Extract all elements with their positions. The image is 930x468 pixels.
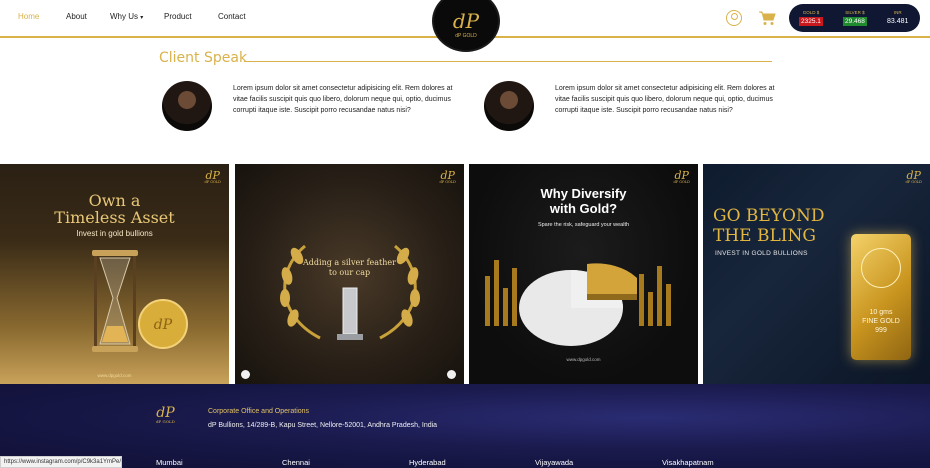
- city-link[interactable]: Chennai: [282, 458, 310, 467]
- section-divider: [244, 61, 772, 62]
- tile-timeless-asset[interactable]: dP dP GOLD Own a Timeless Asset Invest in…: [0, 164, 229, 384]
- client-avatar: [484, 81, 534, 131]
- city-link[interactable]: Hyderabad: [409, 458, 446, 467]
- tile-silver-feather[interactable]: dP dP GOLD Adding a silver feather to ou…: [235, 164, 464, 384]
- tile-title-line2: with Gold?: [549, 201, 618, 216]
- tile-url: www.dpgold.com: [97, 373, 132, 378]
- gold-bar-weight: 10 gms: [869, 309, 893, 316]
- tile-why-diversify[interactable]: dP dP GOLD Why Diversify with Gold? Spare…: [469, 164, 698, 384]
- silver-price-label: SILVER $: [845, 10, 865, 15]
- testimonial-text: Lorem ipsum dolor sit amet consectetur a…: [233, 85, 453, 114]
- tile-subtitle: Invest in gold bullions: [76, 229, 153, 238]
- city-link[interactable]: Vijayawada: [535, 458, 573, 467]
- gold-bar-purity-number: 999: [875, 327, 887, 334]
- status-bar-url: https://www.instagram.com/p/C9k3a1YmPe/: [0, 456, 122, 468]
- tile-subtitle: INVEST IN GOLD BULLIONS: [715, 250, 808, 257]
- silver-price-value: 29.468: [843, 17, 867, 26]
- user-account-icon[interactable]: [726, 10, 742, 26]
- tile-logo-text: dP GOLD: [204, 180, 221, 184]
- office-address: dP Bullions, 14/289-B, Kapu Street, Nell…: [208, 422, 438, 429]
- nav-about[interactable]: About: [66, 12, 87, 21]
- client-avatar: [162, 81, 212, 131]
- instagram-icon: [241, 370, 250, 379]
- footer-logo-text: dP GOLD: [156, 419, 175, 424]
- carousel-icon: [447, 370, 456, 379]
- gold-price-value: 2325.1: [799, 17, 823, 26]
- tile-logo-text: dP GOLD: [905, 180, 922, 184]
- hourglass-image: dP: [92, 250, 188, 352]
- svg-text:dP: dP: [154, 317, 173, 333]
- tile-go-beyond-the-bling[interactable]: dP dP GOLD GO BEYOND THE BLING INVEST IN …: [703, 164, 930, 384]
- client-speak-title: Client Speak: [159, 50, 248, 66]
- office-title: Corporate Office and Operations: [208, 408, 310, 415]
- nav-why-us-label: Why Us: [110, 12, 138, 21]
- tile-logo: dP dP GOLD: [673, 170, 690, 185]
- silver-price: SILVER $ 29.468: [843, 10, 867, 26]
- tile-title: Own a Timeless Asset: [0, 192, 229, 226]
- site-footer: dP dP GOLD Corporate Office and Operation…: [0, 384, 930, 468]
- logo-text: dP GOLD: [455, 33, 477, 39]
- pie-chart-image: [485, 260, 671, 346]
- city-link[interactable]: Mumbai: [156, 458, 183, 467]
- footer-logo[interactable]: dP dP GOLD: [156, 406, 175, 424]
- social-tiles: dP dP GOLD Own a Timeless Asset Invest in…: [0, 164, 930, 384]
- tile-title-line2: Timeless Asset: [54, 208, 175, 227]
- tile-title: Why Diversify with Gold?: [469, 186, 698, 216]
- logo-mark: dP: [452, 9, 480, 33]
- testimonial-text: Lorem ipsum dolor sit amet consectetur a…: [555, 85, 775, 114]
- tile-title-line1: Adding a silver feather: [303, 258, 396, 267]
- caret-down-icon: ▾: [140, 15, 144, 21]
- laurel-wreath-image: [280, 244, 420, 340]
- nav-why-us[interactable]: Why Us ▾: [110, 12, 143, 21]
- tile-logo-text: dP GOLD: [673, 180, 690, 184]
- tile-subtitle: Spare the risk, safeguard your wealth: [537, 222, 630, 228]
- inr-rate-label: INR: [893, 10, 902, 15]
- tile-title-line2: to our cap: [328, 268, 371, 277]
- shopping-cart-icon[interactable]: [758, 10, 776, 26]
- gold-bar-label: 10 gms FINE GOLD 999: [855, 308, 907, 335]
- tile-logo: dP dP GOLD: [439, 170, 456, 185]
- nav-contact[interactable]: Contact: [218, 12, 246, 21]
- nav-home[interactable]: Home: [18, 12, 39, 21]
- tile-title-line1: GO BEYOND: [713, 206, 825, 226]
- tile-title: GO BEYOND THE BLING: [713, 206, 825, 246]
- page: Home About Why Us ▾ Product Contact dP d…: [0, 0, 930, 468]
- gold-price: GOLD $ 2325.1: [799, 10, 823, 26]
- nav-product[interactable]: Product: [164, 12, 192, 21]
- tile-logo: dP dP GOLD: [905, 170, 922, 185]
- tile-logo-text: dP GOLD: [439, 180, 456, 184]
- tile-logo: dP dP GOLD: [204, 170, 221, 185]
- tile-title: Adding a silver feather to our cap: [235, 258, 464, 278]
- tile-url: www.dpgold.com: [566, 357, 601, 362]
- tile-title-line1: Own a: [88, 191, 141, 210]
- tile-title-line1: Why Diversify: [540, 186, 627, 201]
- gold-bar-logo: [861, 248, 901, 288]
- price-ticker: GOLD $ 2325.1 SILVER $ 29.468 INR 83.481: [789, 4, 920, 32]
- gold-bar-purity-text: FINE GOLD: [862, 318, 900, 325]
- gold-price-label: GOLD $: [802, 10, 820, 15]
- tile-title-line2: THE BLING: [713, 226, 816, 246]
- inr-rate: INR 83.481: [885, 10, 910, 26]
- site-header: Home About Why Us ▾ Product Contact dP d…: [0, 0, 930, 52]
- site-logo[interactable]: dP dP GOLD: [432, 0, 500, 52]
- inr-rate-value: 83.481: [887, 18, 909, 25]
- city-link[interactable]: Visakhapatnam: [662, 458, 714, 467]
